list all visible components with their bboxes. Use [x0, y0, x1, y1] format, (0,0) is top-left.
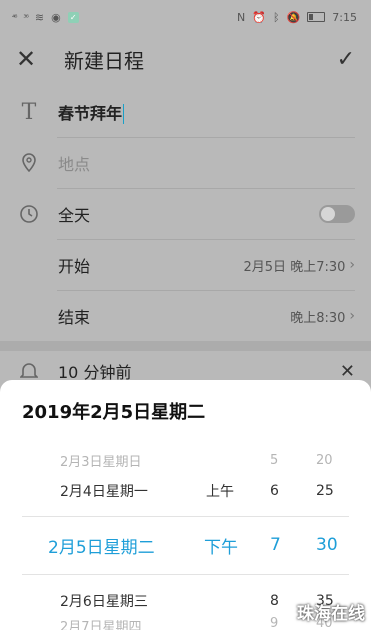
picker-hour: 8	[270, 593, 279, 609]
watermark-logo: 珠海在线	[297, 604, 365, 624]
section-gap	[0, 341, 371, 351]
picker-date: 2月6日星期三	[60, 594, 148, 610]
picker-date-selected: 2月5日星期二	[48, 537, 155, 558]
nfc-icon: N	[237, 10, 246, 24]
selection-line-top	[22, 516, 349, 517]
page-title: 新建日程	[64, 48, 144, 73]
signal-icon: ⁴⁶	[12, 12, 18, 22]
bluetooth-icon: ᛒ	[272, 10, 280, 24]
eye-icon: ◉	[51, 10, 61, 24]
title-field[interactable]: 春节拜年	[58, 100, 355, 125]
battery-icon	[307, 12, 326, 22]
remove-reminder-icon[interactable]: ✕	[340, 361, 355, 382]
chevron-right-icon: ›	[349, 308, 355, 324]
picker-row-selected[interactable]: 2月5日星期二 下午 7 30	[0, 530, 371, 560]
date-time-picker-sheet: 2019年2月5日星期二 2月3日星期日 5 20 2月4日星期一 上午 6 2…	[0, 380, 371, 630]
end-label: 结束	[58, 308, 91, 327]
picker-ampm: 上午	[206, 484, 234, 500]
clock-time: 7:15	[332, 10, 357, 24]
picker-minute: 20	[316, 452, 333, 468]
picker-row[interactable]: 2月3日星期日 5 20	[0, 445, 371, 475]
check-icon[interactable]: ✓	[337, 47, 355, 72]
text-caret	[123, 104, 125, 125]
app-bar: ✕ 新建日程 ✓	[0, 34, 371, 84]
picker-hour: 5	[270, 452, 279, 468]
text-icon: T	[21, 99, 37, 125]
app-badge-icon: ✓	[67, 11, 79, 23]
picker-minute-selected: 30	[316, 535, 338, 555]
picker-header: 2019年2月5日星期二	[22, 402, 206, 423]
title-input-value: 春节拜年	[58, 103, 123, 123]
close-icon[interactable]: ✕	[16, 47, 44, 71]
mute-icon: 🔕	[286, 10, 301, 24]
location-input[interactable]: 地点	[58, 151, 355, 175]
bell-icon	[16, 361, 42, 381]
picker-hour-selected: 7	[270, 535, 281, 555]
title-row[interactable]: T 春节拜年	[0, 87, 371, 137]
picker-minute: 25	[316, 483, 334, 499]
start-label: 开始	[58, 257, 91, 276]
picker-ampm-selected: 下午	[204, 537, 238, 558]
end-value: 晚上8:30	[290, 310, 346, 326]
picker-date: 2月3日星期日	[60, 454, 142, 470]
picker-date: 2月7日星期四	[60, 620, 142, 630]
location-row[interactable]: 地点	[0, 138, 371, 188]
selection-line-bottom	[22, 574, 349, 575]
all-day-row: 全天	[0, 189, 371, 239]
chevron-right-icon: ›	[349, 257, 355, 273]
all-day-label: 全天	[58, 206, 91, 225]
start-value: 2月5日 晚上7:30	[243, 259, 346, 275]
picker-hour: 9	[270, 616, 279, 630]
status-bar: ⁴⁶ ³⁶ ≋ ◉ ✓ N ⏰ ᛒ 🔕 7:15	[0, 0, 371, 34]
picker-row[interactable]: 2月4日星期一 上午 6 25	[0, 476, 371, 506]
start-row[interactable]: 开始 2月5日 晚上7:30 ›	[0, 240, 371, 290]
alarm-icon: ⏰	[252, 10, 266, 24]
end-row[interactable]: 结束 晚上8:30 ›	[0, 291, 371, 341]
picker-date: 2月4日星期一	[60, 484, 148, 500]
clock-icon	[16, 204, 42, 224]
picker-hour: 6	[270, 483, 279, 499]
all-day-toggle[interactable]	[319, 205, 355, 223]
wifi-icon: ≋	[34, 10, 45, 24]
location-pin-icon	[16, 153, 42, 173]
signal-icon-2: ³⁶	[23, 12, 29, 22]
